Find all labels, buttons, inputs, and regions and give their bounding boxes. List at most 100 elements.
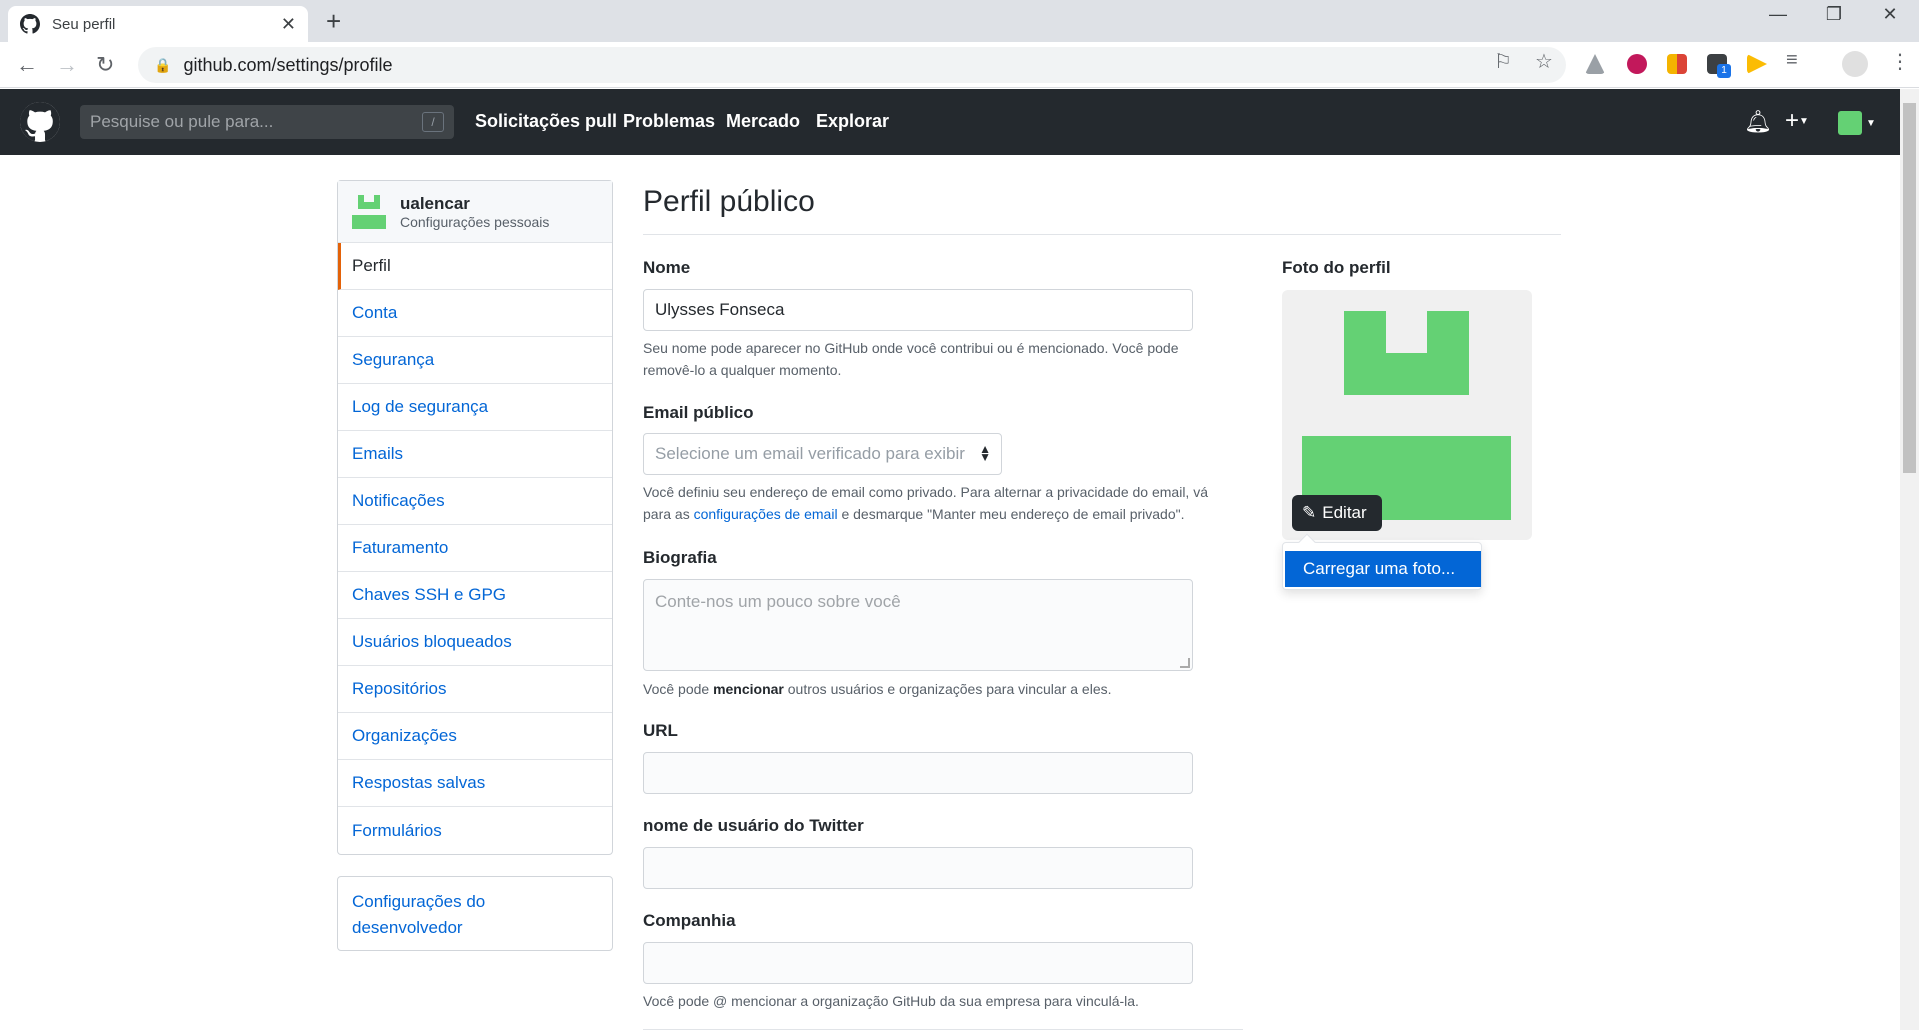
colorful-extension-icon[interactable] xyxy=(1667,54,1687,74)
url-text: github.com/settings/profile xyxy=(183,54,393,75)
name-label: Nome xyxy=(643,258,691,277)
company-label: Companhia xyxy=(643,911,736,930)
email-label: Email público xyxy=(643,403,754,422)
edit-photo-button[interactable]: ✎ Editar xyxy=(1292,495,1382,531)
sidebar-item-log-seguranca[interactable]: Log de segurança xyxy=(338,384,612,431)
email-note-line-1: Você definiu seu endereço de email como … xyxy=(643,484,1208,500)
browser-tab[interactable]: Seu perfil ✕ xyxy=(8,6,308,42)
profile-photo-label: Foto do perfil xyxy=(1282,258,1391,277)
user-avatar-icon xyxy=(1838,111,1862,136)
search-input[interactable]: Pesquise ou pule para... / xyxy=(80,105,454,139)
upload-photo-menu-item[interactable]: Carregar uma foto... xyxy=(1285,551,1481,587)
bio-note-prefix: Você pode xyxy=(643,681,714,697)
user-avatar-menu[interactable]: ▼ xyxy=(1838,109,1876,136)
forward-icon[interactable]: → xyxy=(56,52,78,78)
photo-dropdown-menu: Carregar uma foto... xyxy=(1282,533,1482,590)
download-extension-icon[interactable] xyxy=(1627,54,1647,74)
settings-sidebar: ualencar Configurações pessoais Perfil C… xyxy=(337,180,613,855)
sidebar-item-formularios[interactable]: Formulários xyxy=(338,807,612,854)
sidebar-item-conta[interactable]: Conta xyxy=(338,290,612,337)
pencil-icon: ✎ xyxy=(1302,503,1317,522)
close-tab-icon[interactable]: ✕ xyxy=(281,14,296,35)
sidebar-item-faturamento[interactable]: Faturamento xyxy=(338,525,612,572)
nav-pull-requests[interactable]: Solicitações pull xyxy=(475,111,617,132)
name-input[interactable]: Ulysses Fonseca xyxy=(643,289,1193,331)
minimize-icon[interactable]: — xyxy=(1758,4,1798,25)
sidebar-item-seguranca[interactable]: Segurança xyxy=(338,337,612,384)
sidebar-header: ualencar Configurações pessoais xyxy=(338,181,612,243)
restore-icon[interactable]: ❐ xyxy=(1814,4,1854,25)
bio-note: Você pode mencionar outros usuários e or… xyxy=(643,678,1243,700)
email-note-suffix: e desmarque "Manter meu endereço de emai… xyxy=(837,506,1185,522)
twitter-label: nome de usuário do Twitter xyxy=(643,816,864,835)
avatar xyxy=(352,194,386,229)
sidebar-subtitle: Configurações pessoais xyxy=(400,213,550,230)
search-placeholder: Pesquise ou pule para... xyxy=(90,112,274,131)
sidebar-item-emails[interactable]: Emails xyxy=(338,431,612,478)
search-shortcut-hint: / xyxy=(422,112,444,132)
edit-photo-label: Editar xyxy=(1322,503,1367,522)
extension-badge: 1 xyxy=(1717,64,1731,78)
github-favicon-icon xyxy=(20,14,40,34)
browser-tab-title: Seu perfil xyxy=(52,15,116,33)
browser-menu-icon[interactable]: ⋮ xyxy=(1890,49,1910,74)
name-input-value: Ulysses Fonseca xyxy=(655,300,785,319)
lock-icon[interactable]: 🔒 xyxy=(154,57,171,74)
browser-toolbar: ← → ↻ 🔒 github.com/settings/profile ⚐ ☆ … xyxy=(0,42,1919,88)
email-note-prefix: para as xyxy=(643,506,694,522)
sidebar-item-chaves-ssh[interactable]: Chaves SSH e GPG xyxy=(338,572,612,619)
box-extension-icon[interactable]: 1 xyxy=(1707,54,1731,78)
developer-settings-line-1: Configurações do xyxy=(352,892,486,911)
company-input[interactable] xyxy=(643,942,1193,984)
sidebar-item-repositorios[interactable]: Repositórios xyxy=(338,666,612,713)
nav-marketplace[interactable]: Mercado xyxy=(726,111,800,132)
url-label: URL xyxy=(643,721,678,740)
github-header: Pesquise ou pule para... / Solicitações … xyxy=(0,89,1900,155)
bio-label: Biografia xyxy=(643,548,717,567)
new-tab-icon[interactable]: + xyxy=(326,6,341,37)
title-divider xyxy=(643,234,1561,235)
scrollbar-thumb[interactable] xyxy=(1903,103,1916,473)
sidebar-username[interactable]: ualencar xyxy=(400,194,549,214)
profile-avatar-icon[interactable] xyxy=(1842,51,1868,77)
close-window-icon[interactable]: ✕ xyxy=(1870,4,1910,25)
address-bar[interactable]: 🔒 github.com/settings/profile xyxy=(138,47,1566,83)
sidebar-item-organizacoes[interactable]: Organizações xyxy=(338,713,612,760)
sidebar-item-notificacoes[interactable]: Notificações xyxy=(338,478,612,525)
sidebar-item-perfil[interactable]: Perfil xyxy=(338,243,612,290)
reload-icon[interactable]: ↻ xyxy=(96,52,114,78)
drive-extension-icon[interactable] xyxy=(1585,54,1605,74)
play-extension-icon[interactable] xyxy=(1747,54,1767,74)
company-note: Você pode @ mencionar a organização GitH… xyxy=(643,993,1139,1009)
url-input[interactable] xyxy=(643,752,1193,794)
bio-note-suffix: outros usuários e organizações para vinc… xyxy=(783,681,1112,697)
chevron-down-icon: ▼ xyxy=(1866,117,1876,129)
twitter-input[interactable] xyxy=(643,847,1193,889)
name-note: Seu nome pode aparecer no GitHub onde vo… xyxy=(643,337,1243,381)
name-note-line-2: removê-lo a qualquer momento. xyxy=(643,362,842,378)
create-new-plus-icon[interactable]: +▼ xyxy=(1785,107,1809,135)
name-note-line-1: Seu nome pode aparecer no GitHub onde vo… xyxy=(643,340,1179,356)
nav-issues[interactable]: Problemas xyxy=(623,111,715,132)
resize-grip-icon[interactable] xyxy=(1180,658,1190,668)
bio-textarea[interactable]: Conte-nos um pouco sobre você xyxy=(643,579,1193,671)
sidebar-item-usuarios-bloqueados[interactable]: Usuários bloqueados xyxy=(338,619,612,666)
public-email-select[interactable]: Selecione um email verificado para exibi… xyxy=(643,433,1002,475)
github-logo-icon[interactable] xyxy=(20,102,60,142)
sidebar-item-respostas-salvas[interactable]: Respostas salvas xyxy=(338,760,612,807)
public-email-select-value: Selecione um email verificado para exibi… xyxy=(655,444,965,463)
bio-placeholder: Conte-nos um pouco sobre você xyxy=(655,592,901,611)
back-icon[interactable]: ← xyxy=(16,52,38,78)
bookmark-star-icon[interactable]: ☆ xyxy=(1535,49,1553,74)
notifications-bell-icon[interactable]: 🔔︎ xyxy=(1744,109,1772,135)
reading-list-icon[interactable]: ≡ xyxy=(1786,49,1798,72)
avatar-notch xyxy=(1386,311,1427,353)
bio-note-mention: mencionar xyxy=(713,681,784,697)
page-scrollbar[interactable] xyxy=(1900,89,1919,1030)
nav-explore[interactable]: Explorar xyxy=(816,111,889,132)
translate-icon[interactable]: ⚐ xyxy=(1494,49,1512,74)
email-note: Você definiu seu endereço de email como … xyxy=(643,481,1243,525)
email-settings-link[interactable]: configurações de email xyxy=(694,506,838,522)
sidebar-item-developer-settings[interactable]: Configurações do desenvolvedor xyxy=(337,876,613,951)
developer-settings-line-2: desenvolvedor xyxy=(352,918,463,937)
